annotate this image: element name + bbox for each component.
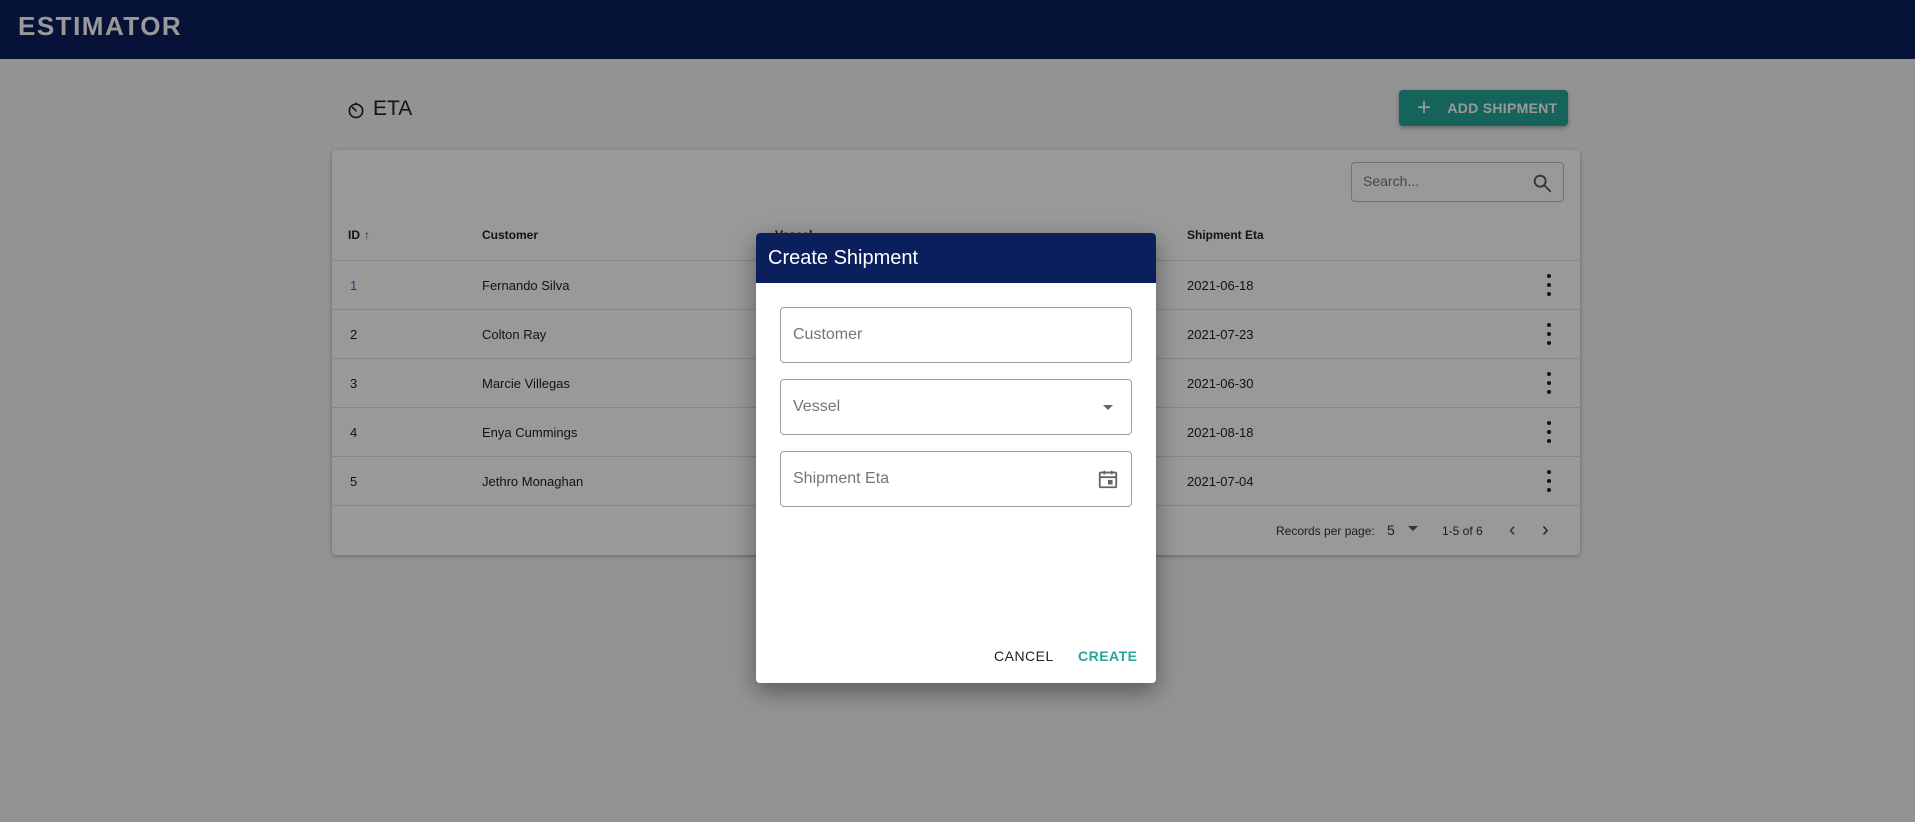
create-button[interactable]: CREATE xyxy=(1074,646,1142,666)
shipment-eta-input[interactable] xyxy=(793,470,1093,488)
dialog-header: Create Shipment xyxy=(756,233,1156,283)
create-shipment-dialog: Create Shipment CANCEL CREATE xyxy=(756,233,1156,683)
chevron-down-icon[interactable] xyxy=(1103,405,1113,410)
vessel-input[interactable] xyxy=(793,398,1093,416)
customer-input[interactable] xyxy=(793,326,1093,344)
vessel-select[interactable] xyxy=(780,379,1132,435)
dialog-title: Create Shipment xyxy=(768,247,919,269)
shipment-eta-field[interactable] xyxy=(780,451,1132,507)
customer-field[interactable] xyxy=(780,307,1132,363)
cancel-button[interactable]: CANCEL xyxy=(990,646,1058,666)
calendar-icon[interactable] xyxy=(1097,468,1119,490)
